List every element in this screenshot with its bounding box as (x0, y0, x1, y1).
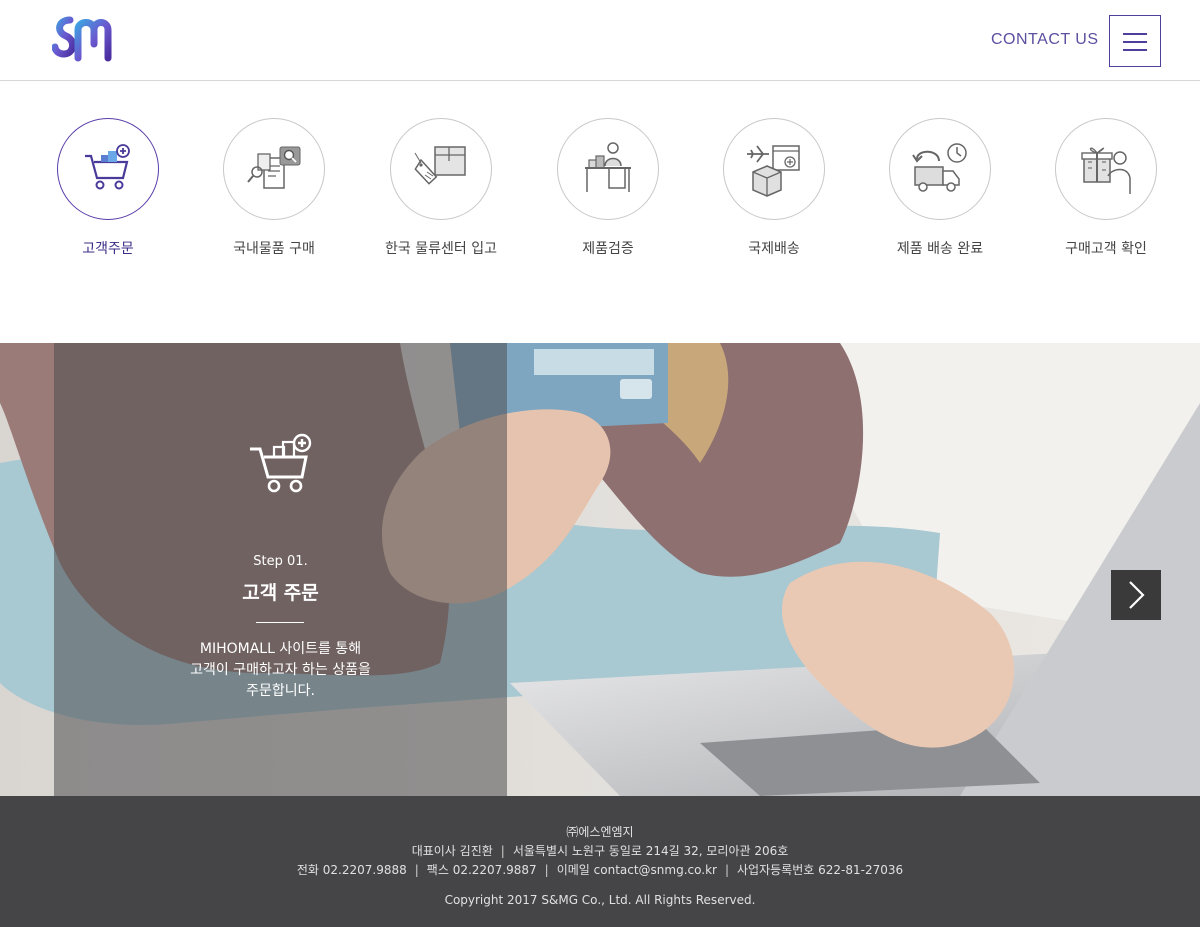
step-label: 국내물품 구매 (233, 241, 315, 257)
truck-clock-icon (912, 143, 967, 192)
description-line: MIHOMALL 사이트를 통해 (199, 641, 362, 657)
footer-phone: 전화 02.2207.9888 (296, 863, 407, 877)
step-item-domestic-purchase[interactable]: 국내물품 구매 (204, 118, 344, 268)
hamburger-menu-button[interactable] (1109, 15, 1161, 67)
step-item-inspection[interactable]: 제품검증 (538, 118, 678, 268)
step-circle (723, 118, 825, 220)
step-circle (57, 118, 159, 220)
hero-banner: Step 01. 고객 주문 MIHOMALL 사이트를 통해 고객이 구매하고… (0, 343, 1200, 796)
next-slide-button[interactable] (1111, 570, 1161, 620)
site-footer: ㈜에스엔엠지 대표이사 김진환 | 서울특별시 노원구 동일로 214길 32, 모… (0, 796, 1200, 927)
step-circle (557, 118, 659, 220)
step-circle (390, 118, 492, 220)
menu-bar-icon (1123, 33, 1147, 35)
step-circle (1055, 118, 1157, 220)
step-item-warehouse-intake[interactable]: 한국 물류센터 입고 (371, 118, 511, 268)
step-number: Step 01. (253, 554, 308, 569)
plane-box-icon (747, 145, 800, 197)
footer-email[interactable]: 이메일 contact@snmg.co.kr (557, 863, 717, 877)
cart-plus-icon (85, 144, 130, 190)
footer-info-line: 대표이사 김진환 | 서울특별시 노원구 동일로 214길 32, 모리아관 206… (411, 844, 789, 858)
step-description: MIHOMALL 사이트를 통해 고객이 구매하고자 하는 상품을 주문합니다. (54, 639, 507, 702)
step-circle (223, 118, 325, 220)
step-label: 구매고객 확인 (1065, 241, 1147, 257)
contact-us-link[interactable]: CONTACT US (991, 31, 1099, 49)
step-item-order[interactable]: 고객주문 (38, 118, 178, 268)
description-line: 주문합니다. (246, 683, 315, 699)
footer-ceo: 대표이사 김진환 (411, 844, 493, 858)
step-title: 고객 주문 (242, 582, 319, 604)
footer-copyright: Copyright 2017 S&MG Co., Ltd. All Rights… (444, 893, 756, 907)
company-logo[interactable] (52, 14, 112, 64)
cart-plus-icon (250, 433, 312, 493)
step-item-delivery-complete[interactable]: 제품 배송 완료 (870, 118, 1010, 268)
step-info-panel: Step 01. 고객 주문 MIHOMALL 사이트를 통해 고객이 구매하고… (54, 343, 507, 796)
step-item-customer-confirm[interactable]: 구매고객 확인 (1036, 118, 1176, 268)
footer-address: 서울특별시 노원구 동일로 214길 32, 모리아관 206호 (512, 844, 789, 858)
description-line: 고객이 구매하고자 하는 상품을 (190, 662, 371, 678)
search-receipt-icon (247, 146, 301, 189)
step-label: 제품검증 (582, 241, 634, 257)
step-label: 제품 배송 완료 (896, 241, 984, 257)
step-circle (889, 118, 991, 220)
step-label: 한국 물류센터 입고 (385, 241, 497, 257)
site-header: CONTACT US (0, 0, 1200, 81)
menu-bar-icon (1123, 49, 1147, 51)
step-label: 고객주문 (82, 241, 134, 257)
title-divider (256, 622, 304, 623)
step-item-international-shipping[interactable]: 국제배송 (704, 118, 844, 268)
footer-company-name: ㈜에스엔엠지 (566, 825, 634, 839)
process-steps: 고객주문 국내물품 구매 한국 물류센터 입고 제품검증 국제배송 제품 배송 … (0, 82, 1200, 344)
gift-person-icon (1081, 147, 1131, 194)
chevron-right-icon (1129, 581, 1145, 609)
menu-bar-icon (1123, 41, 1147, 43)
footer-fax: 팩스 02.2207.9887 (426, 863, 537, 877)
package-tag-icon (414, 146, 466, 185)
inspector-desk-icon (585, 142, 631, 192)
footer-contact-line: 전화 02.2207.9888 | 팩스 02.2207.9887 | 이메일 cont… (296, 863, 904, 877)
step-label: 국제배송 (748, 241, 800, 257)
footer-business-number: 사업자등록번호 622-81-27036 (737, 863, 904, 877)
